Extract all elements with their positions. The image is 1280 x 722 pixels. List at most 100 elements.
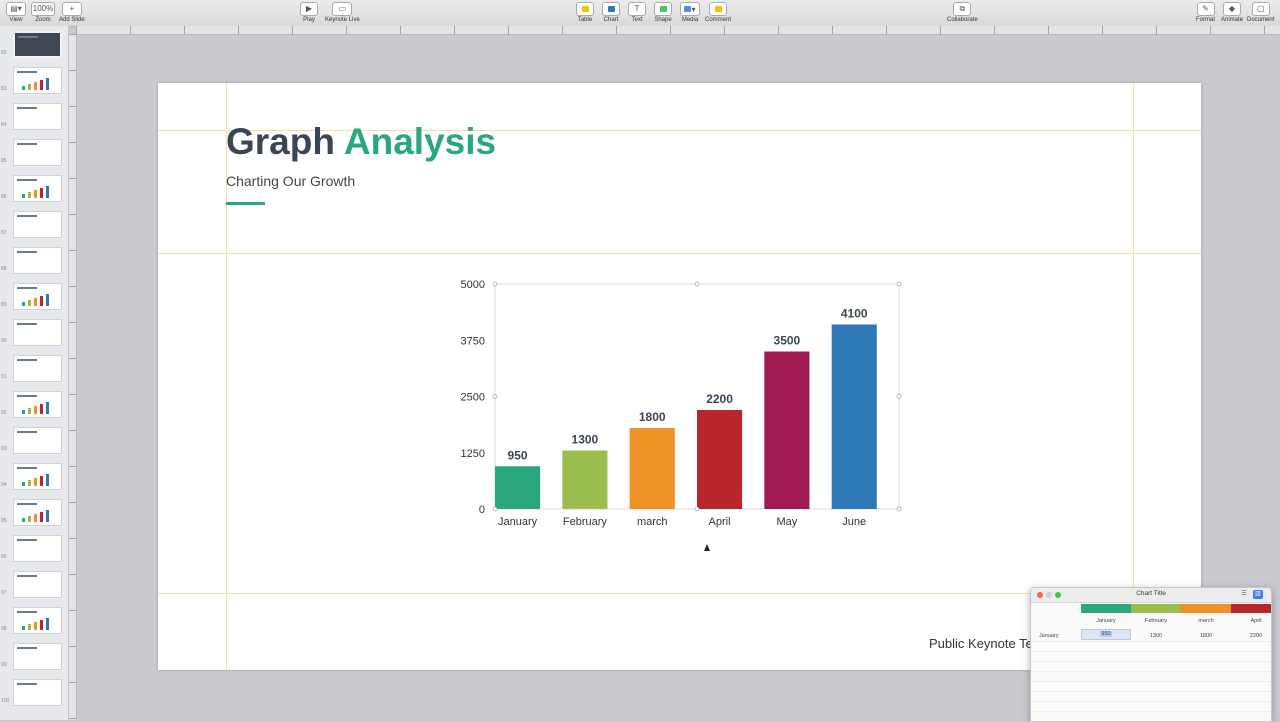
thumbnail-title <box>17 647 37 649</box>
keynote-live-button[interactable]: ▭ Keynote Live <box>325 2 360 23</box>
selection-handle <box>896 281 902 287</box>
data-cell[interactable]: 1300 <box>1131 633 1181 639</box>
document-button[interactable]: ▢ Document <box>1247 2 1274 23</box>
slide-thumbnail[interactable] <box>13 247 62 274</box>
thumbnail-bar <box>40 296 43 306</box>
slide-thumbnail[interactable] <box>13 391 62 418</box>
thumbnail-bar <box>40 80 43 90</box>
series-color-swatch[interactable] <box>1231 604 1271 613</box>
data-cell[interactable]: 1800 <box>1181 633 1231 639</box>
comment-button[interactable]: Comment <box>705 2 731 23</box>
grid-line <box>1031 661 1271 662</box>
column-header[interactable]: march <box>1181 618 1231 624</box>
slide-thumbnail[interactable] <box>13 67 62 94</box>
thumbnail-title <box>17 431 37 433</box>
series-color-swatch[interactable] <box>1081 604 1131 613</box>
x-tick-label: February <box>563 516 608 528</box>
slide-subtitle[interactable]: Charting Our Growth <box>226 173 355 189</box>
thumbnail-bar <box>40 512 43 522</box>
slide-thumbnail[interactable] <box>13 103 62 130</box>
shape-icon <box>654 2 672 16</box>
slide-thumbnail[interactable] <box>13 643 62 670</box>
alignment-guide <box>158 253 1201 254</box>
y-tick-label: 2500 <box>461 392 485 404</box>
thumbnail-bar <box>34 514 37 522</box>
slide-thumbnail[interactable] <box>13 319 62 346</box>
thumbnail-title <box>18 36 38 38</box>
thumbnail-bar <box>28 192 31 198</box>
slide-thumbnail[interactable] <box>13 175 62 202</box>
slide-number: 96 <box>1 554 7 560</box>
row-header[interactable]: January <box>1039 633 1059 639</box>
table-icon <box>576 2 594 16</box>
slide-thumbnail[interactable] <box>13 499 62 526</box>
slide-thumbnail[interactable] <box>13 355 62 382</box>
grid-line <box>1031 641 1271 642</box>
toolbar: ▤▾ View 100% Zoom + Add Slide ▶ Play ▭ K… <box>0 0 1280 27</box>
plus-icon: + <box>61 2 82 16</box>
play-button[interactable]: ▶ Play <box>300 2 318 23</box>
chart-button[interactable]: Chart <box>602 2 620 23</box>
slide-thumbnail[interactable] <box>13 139 62 166</box>
column-header[interactable]: February <box>1131 618 1181 624</box>
slide-thumbnail[interactable] <box>13 31 62 58</box>
zoom-button[interactable]: 100% Zoom <box>31 2 55 23</box>
series-color-swatch[interactable] <box>1131 604 1181 613</box>
shape-button[interactable]: Shape <box>654 2 672 23</box>
paintbrush-icon: ✎ <box>1196 2 1215 16</box>
editor-titlebar[interactable]: Chart Title ☰ ▥ <box>1031 588 1271 603</box>
selection-handle <box>492 281 498 287</box>
format-button[interactable]: ✎ Format <box>1196 2 1215 23</box>
selection-handle <box>896 506 902 512</box>
table-button[interactable]: Table <box>576 2 594 23</box>
cell-value: 950 <box>1100 631 1112 637</box>
footer-text[interactable]: Public Keynote Te <box>929 636 1033 651</box>
thumbnail-title <box>17 611 37 613</box>
thumbnail-bar <box>22 86 25 90</box>
bar-chart[interactable]: 5000 3750 2500 1250 0 950 January 1300 February 1… <box>408 268 908 538</box>
thumbnail-bar <box>34 190 37 198</box>
thumbnail-bar <box>46 402 49 414</box>
series-color-swatch[interactable] <box>1181 604 1231 613</box>
slide-thumbnail[interactable] <box>13 463 62 490</box>
slide-number: 86 <box>1 194 7 200</box>
slide-thumbnail[interactable] <box>13 427 62 454</box>
selected-cell[interactable]: 950 <box>1081 629 1131 640</box>
thumbnail-bar <box>22 482 25 486</box>
slide-canvas[interactable]: Graph Analysis Charting Our Growth 5000 3… <box>158 83 1201 670</box>
thumbnail-title <box>17 143 37 145</box>
slide-thumbnail[interactable] <box>13 283 62 310</box>
slide-navigator: 82 83 84 85 86 87 88 89 90 91 92 93 94 95 96 97 98 99 100 <box>0 26 69 720</box>
animate-button[interactable]: ◆ Animate <box>1221 2 1243 23</box>
thumbnail-bar <box>34 298 37 306</box>
slide-thumbnail[interactable] <box>13 571 62 598</box>
data-label: 2200 <box>706 392 733 406</box>
thumbnail-bar <box>46 78 49 90</box>
data-cell[interactable]: 2200 <box>1231 633 1271 639</box>
columns-icon[interactable]: ▥ <box>1253 590 1263 599</box>
collaborate-button[interactable]: ⧉ Collaborate <box>947 2 978 23</box>
slide-thumbnail[interactable] <box>13 211 62 238</box>
view-button[interactable]: ▤▾ View <box>6 2 26 23</box>
slide-thumbnail[interactable] <box>13 679 62 706</box>
data-label: 4100 <box>841 307 868 321</box>
zoom-select[interactable]: 100% <box>31 2 55 16</box>
thumbnail-bar <box>46 474 49 486</box>
text-button[interactable]: T Text <box>628 2 646 23</box>
column-header[interactable]: April <box>1231 618 1271 624</box>
slide-number: 95 <box>1 518 7 524</box>
horizontal-ruler <box>76 26 1280 35</box>
chart-data-editor[interactable]: Chart Title ☰ ▥ January February march Apri… <box>1030 587 1272 722</box>
column-header[interactable]: January <box>1081 618 1131 624</box>
media-button[interactable]: ▾ Media <box>680 2 700 23</box>
title-word-analysis: Analysis <box>343 121 497 162</box>
selection-handle <box>492 394 498 399</box>
slide-thumbnail[interactable] <box>13 535 62 562</box>
thumbnail-bar <box>40 404 43 414</box>
selection-handle <box>694 281 700 287</box>
rows-icon[interactable]: ☰ <box>1239 590 1249 599</box>
slide-thumbnail[interactable] <box>13 607 62 634</box>
slide-title[interactable]: Graph Analysis <box>226 121 496 163</box>
slide-number: 87 <box>1 230 7 236</box>
add-slide-button[interactable]: + Add Slide <box>59 2 85 23</box>
